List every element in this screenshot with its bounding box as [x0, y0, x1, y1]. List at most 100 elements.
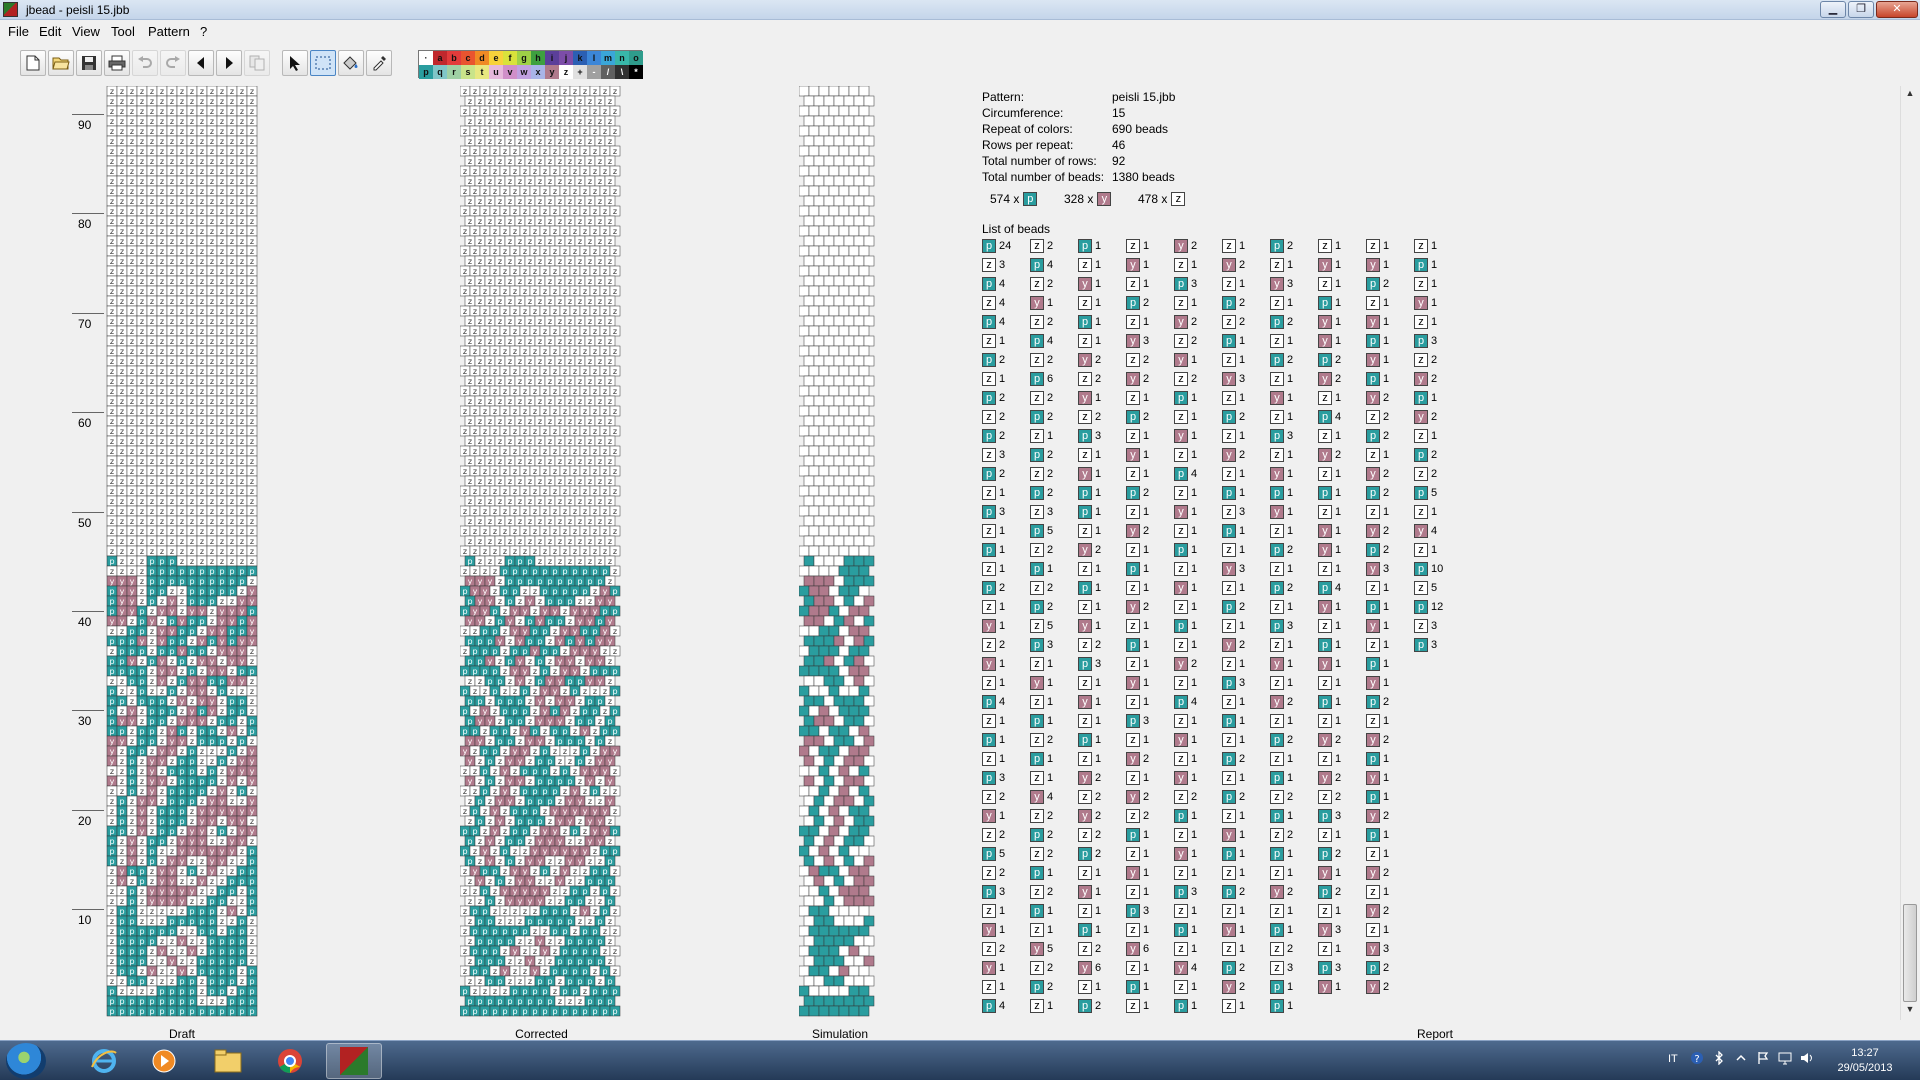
palette-color-plus[interactable]: + [573, 65, 587, 79]
bead-letter: z [240, 257, 244, 266]
bead-letter: z [588, 477, 592, 486]
bead-letter: y [170, 627, 175, 636]
palette-color-z[interactable]: z [559, 65, 573, 79]
palette-color-i[interactable]: i [545, 51, 559, 65]
bead-letter: y [160, 777, 165, 786]
pipette-button[interactable] [366, 50, 392, 76]
corrected-grid[interactable]: z z z z z z z z z z z z z z z zz z z z z z z z z z z z z z zz z z z z z z z z… [460, 86, 623, 1024]
bead-letter: z [150, 877, 154, 886]
bead-letter: p [567, 597, 572, 606]
copy-button[interactable] [244, 50, 270, 76]
bead-letter: z [568, 157, 572, 166]
bead-letter: y [210, 707, 215, 716]
bead-letter: z [548, 317, 552, 326]
palette-color-l[interactable]: l [587, 51, 601, 65]
palette-color-j[interactable]: j [559, 51, 573, 65]
minimize-button[interactable]: ▁ [1820, 1, 1846, 18]
bead-letter: p [557, 737, 562, 746]
bead-letter: z [170, 497, 174, 506]
palette-color-n[interactable]: n [615, 51, 629, 65]
menu-tool[interactable]: Tool [111, 24, 135, 39]
bead-letter: z [150, 157, 154, 166]
bead-letter: y [598, 657, 603, 666]
palette-color-v[interactable]: v [503, 65, 517, 79]
bead-letter: z [483, 127, 487, 136]
pointer-button[interactable] [282, 50, 308, 76]
palette-color-y[interactable]: y [545, 65, 559, 79]
new-button[interactable] [20, 50, 46, 76]
menu-pattern[interactable]: Pattern [148, 24, 190, 39]
bead-letter: y [180, 837, 185, 846]
pointer-icon [290, 56, 300, 71]
palette-color-q[interactable]: q [433, 65, 447, 79]
bead-letter: p [109, 837, 114, 846]
palette-color-minus[interactable]: - [587, 65, 601, 79]
bead-letter: z [598, 717, 602, 726]
palette-color-c[interactable]: c [461, 51, 475, 65]
bead-letter: z [170, 147, 174, 156]
open-button[interactable] [48, 50, 74, 76]
bead-letter: p [199, 1007, 204, 1016]
palette-color-blank[interactable]: · [419, 51, 433, 65]
bead-letter: z [488, 137, 492, 146]
palette-color-u[interactable]: u [489, 65, 503, 79]
bead-letter: z [170, 357, 174, 366]
bead-letter: z [180, 117, 184, 126]
palette-color-backslash[interactable]: \ [615, 65, 629, 79]
palette-color-a[interactable]: a [433, 51, 447, 65]
bead-letter: p [239, 567, 244, 576]
bead-letter: z [180, 667, 184, 676]
fill-button[interactable] [338, 50, 364, 76]
bead-letter: p [502, 707, 507, 716]
bead-letter: z [473, 167, 477, 176]
bead-letter: z [598, 117, 602, 126]
draft-grid[interactable]: z z z z z z z z z z z z z z zz z z z z z z z z z z z z z zz z z z z z z z z z… [106, 86, 258, 1024]
bead-letter: z [190, 357, 194, 366]
palette-color-k[interactable]: k [573, 51, 587, 65]
bead-letter: z [140, 707, 144, 716]
palette-color-f[interactable]: f [503, 51, 517, 65]
redo-button[interactable] [160, 50, 186, 76]
bead-letter: p [492, 647, 497, 656]
palette-color-p[interactable]: p [419, 65, 433, 79]
palette-color-r[interactable]: r [447, 65, 461, 79]
menu-view[interactable]: View [72, 24, 100, 39]
save-button[interactable] [76, 50, 102, 76]
shift-left-button[interactable] [188, 50, 214, 76]
bead-letter: z [130, 217, 134, 226]
print-button[interactable] [104, 50, 130, 76]
palette-color-e[interactable]: e [489, 51, 503, 65]
bead-letter: z [110, 457, 114, 466]
bead-letter: z [528, 237, 532, 246]
palette-color-slash[interactable]: / [601, 65, 615, 79]
palette-color-m[interactable]: m [601, 51, 615, 65]
palette-color-w[interactable]: w [517, 65, 531, 79]
bead-letter: z [478, 177, 482, 186]
menu-help[interactable]: ? [200, 24, 207, 39]
bead-letter: z [120, 757, 124, 766]
close-button[interactable]: ✕ [1876, 1, 1918, 18]
menu-file[interactable]: File [8, 24, 29, 39]
shift-right-button[interactable] [216, 50, 242, 76]
maximize-button[interactable]: ❐ [1848, 1, 1874, 18]
palette-color-h[interactable]: h [531, 51, 545, 65]
bead-letter: p [109, 1007, 114, 1016]
palette-color-o[interactable]: o [629, 51, 643, 65]
bead-letter: z [150, 827, 154, 836]
palette-color-s[interactable]: s [461, 65, 475, 79]
bead-letter: z [528, 757, 532, 766]
palette-color-g[interactable]: g [517, 51, 531, 65]
bead-letter: z [543, 107, 547, 116]
bead-letter: z [180, 477, 184, 486]
undo-button[interactable] [132, 50, 158, 76]
bead-letter: z [160, 397, 164, 406]
palette-color-x[interactable]: x [531, 65, 545, 79]
palette-color-star[interactable]: * [629, 65, 643, 79]
bead-letter: p [119, 917, 124, 926]
palette-color-t[interactable]: t [475, 65, 489, 79]
bead-letter: z [170, 517, 174, 526]
select-button[interactable] [310, 50, 336, 76]
palette-color-d[interactable]: d [475, 51, 489, 65]
menu-edit[interactable]: Edit [39, 24, 61, 39]
palette-color-b[interactable]: b [447, 51, 461, 65]
